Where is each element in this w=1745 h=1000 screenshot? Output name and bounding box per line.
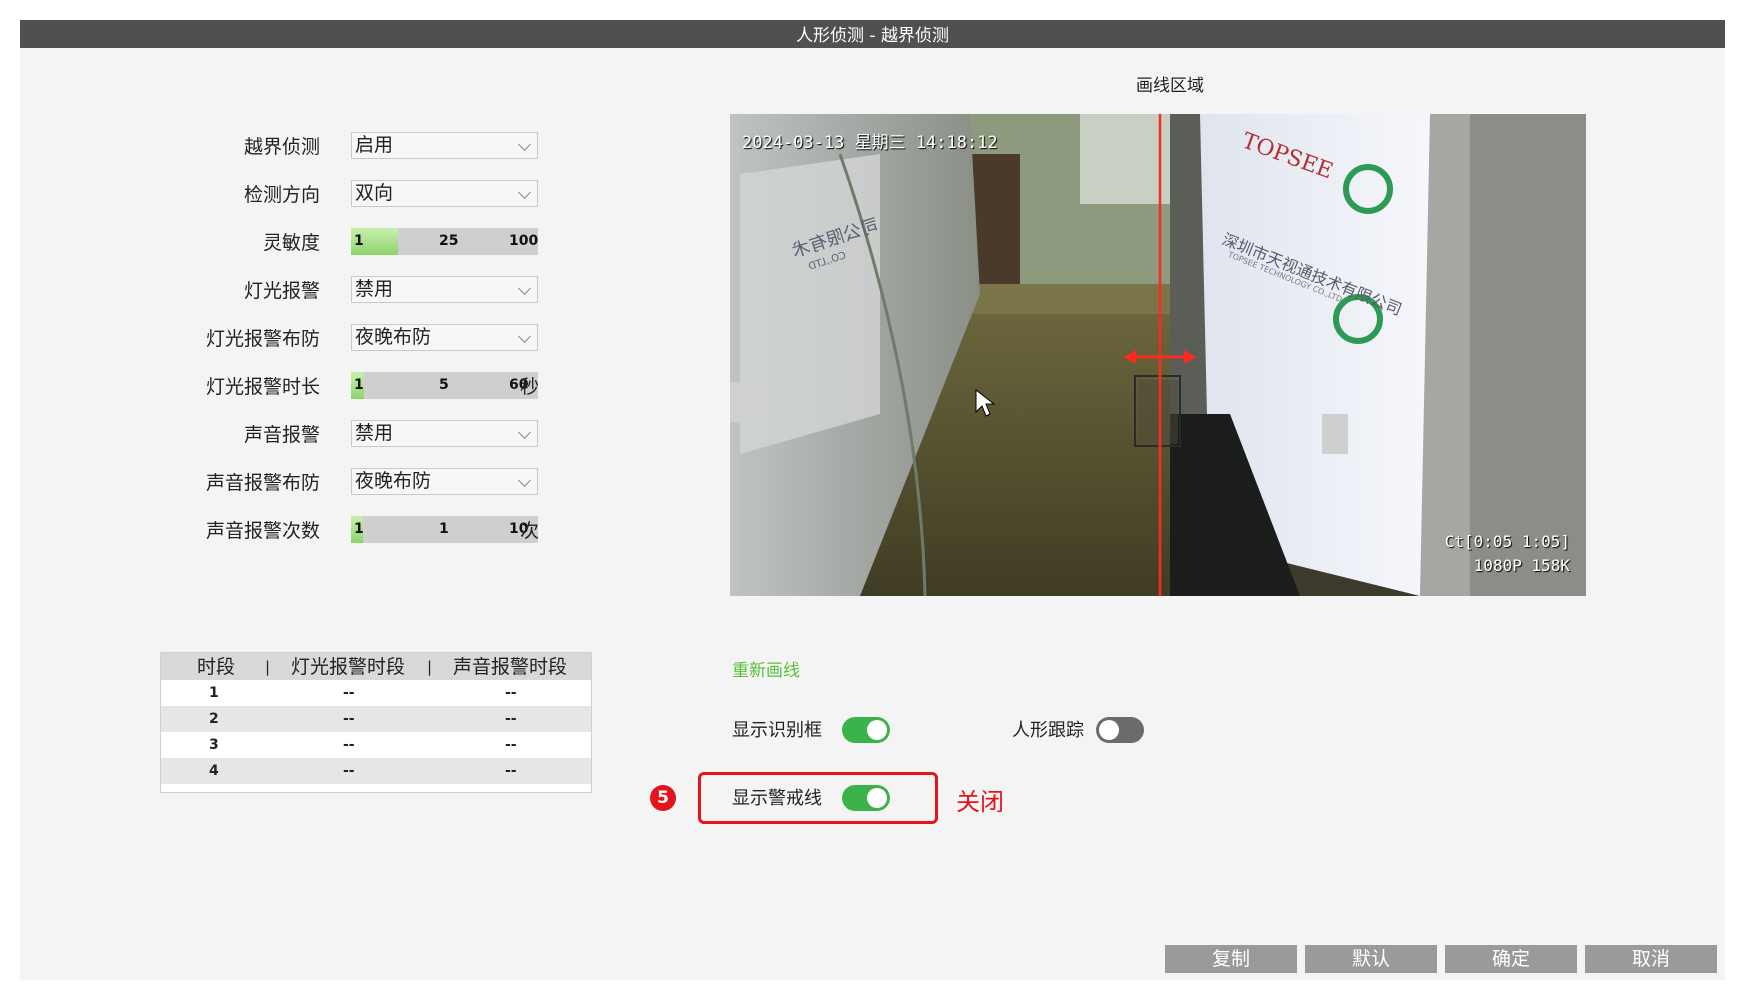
video-preview[interactable]: 2024-03-13 星期三 14:18:12 Ct[0:05 1:05] 10… (730, 114, 1586, 596)
slider-value: 5 (439, 377, 449, 393)
table-row[interactable]: 1 -- -- (161, 680, 591, 706)
redraw-line-link[interactable]: 重新画线 (732, 656, 800, 681)
setting-label: 灯光报警布防 (205, 328, 320, 350)
setting-label: 检测方向 (243, 184, 320, 206)
setting-select[interactable]: 启用 (351, 132, 538, 159)
chevron-down-icon (518, 282, 531, 295)
osd-datetime: 2024-03-13 星期三 14:18:12 (742, 133, 998, 153)
table-row[interactable]: 4 -- -- (161, 758, 591, 784)
select-value: 禁用 (355, 422, 394, 444)
slider-min: 1 (354, 521, 364, 537)
camera-scene (730, 114, 1586, 596)
draw-area-title: 画线区域 (1136, 76, 1204, 96)
cell-sound: -- (505, 737, 517, 753)
slider-unit: 次 (520, 520, 540, 542)
step-badge: 5 (650, 785, 676, 811)
setting-label: 声音报警次数 (205, 520, 320, 542)
chevron-down-icon (518, 330, 531, 343)
window-title: 人形侦测 - 越界侦测 (20, 20, 1725, 48)
header-sound-period: 声音报警时段 (453, 656, 568, 678)
cell-period: 3 (209, 737, 219, 753)
slider-value: 25 (439, 233, 459, 249)
schedule-table-header: 时段 | 灯光报警时段 | 声音报警时段 (161, 653, 591, 680)
setting-select[interactable]: 夜晚布防 (351, 324, 538, 351)
cell-light: -- (343, 737, 355, 753)
show-frame-label: 显示识别框 (732, 720, 822, 741)
header-separator: | (427, 658, 433, 676)
copy-button[interactable]: 复制 (1165, 945, 1297, 973)
cell-period: 4 (209, 763, 219, 779)
select-value: 启用 (355, 134, 394, 156)
header-light-period: 灯光报警时段 (291, 656, 406, 678)
cell-period: 2 (209, 711, 219, 727)
setting-slider[interactable]: 1 5 60 (351, 372, 538, 399)
annotation-note: 关闭 (956, 788, 1004, 816)
settings-window: 人形侦测 - 越界侦测 越界侦测 启用 检测方向 双向 灵敏度 1 25 100 灯光报警 禁用灯… (20, 20, 1725, 980)
show-line-toggle[interactable] (842, 785, 890, 811)
slider-min: 1 (354, 233, 364, 249)
cell-sound: -- (505, 711, 517, 727)
setting-select[interactable]: 夜晚布防 (351, 468, 538, 495)
chevron-down-icon (518, 186, 531, 199)
select-value: 夜晚布防 (355, 326, 432, 348)
cancel-button[interactable]: 取消 (1585, 945, 1717, 973)
cell-sound: -- (505, 685, 517, 701)
slider-value: 1 (439, 521, 449, 537)
show-line-label: 显示警戒线 (732, 788, 822, 809)
select-value: 双向 (355, 182, 394, 204)
setting-label: 灵敏度 (262, 232, 320, 254)
human-track-toggle[interactable] (1096, 717, 1144, 743)
setting-select[interactable]: 禁用 (351, 420, 538, 447)
table-row[interactable]: 2 -- -- (161, 706, 591, 732)
setting-label: 越界侦测 (243, 136, 320, 158)
osd-resolution: 1080P 158K (1473, 556, 1570, 575)
header-separator: | (265, 658, 271, 676)
chevron-down-icon (518, 426, 531, 439)
slider-max: 100 (509, 233, 539, 249)
chevron-down-icon (518, 138, 531, 151)
cell-light: -- (343, 711, 355, 727)
cell-light: -- (343, 685, 355, 701)
default-button[interactable]: 默认 (1305, 945, 1437, 973)
select-value: 禁用 (355, 278, 394, 300)
setting-label: 声音报警布防 (205, 472, 320, 494)
setting-select[interactable]: 禁用 (351, 276, 538, 303)
table-row[interactable]: 3 -- -- (161, 732, 591, 758)
cell-light: -- (343, 763, 355, 779)
osd-counter: Ct[0:05 1:05] (1444, 532, 1570, 551)
chevron-down-icon (518, 474, 531, 487)
header-period: 时段 (197, 656, 236, 678)
setting-label: 灯光报警 (243, 280, 320, 302)
cell-sound: -- (505, 763, 517, 779)
ok-button[interactable]: 确定 (1445, 945, 1577, 973)
setting-slider[interactable]: 1 25 100 (351, 228, 538, 255)
setting-label: 灯光报警时长 (205, 376, 320, 398)
setting-slider[interactable]: 1 1 10 (351, 516, 538, 543)
human-track-label: 人形跟踪 (1012, 720, 1084, 741)
select-value: 夜晚布防 (355, 470, 432, 492)
schedule-table: 时段 | 灯光报警时段 | 声音报警时段 1 -- -- 2 -- -- 3 -- -- 4 -- -… (160, 652, 592, 793)
setting-select[interactable]: 双向 (351, 180, 538, 207)
slider-unit: 秒 (520, 376, 540, 398)
show-frame-toggle[interactable] (842, 717, 890, 743)
setting-label: 声音报警 (243, 424, 320, 446)
cell-period: 1 (209, 685, 219, 701)
slider-min: 1 (354, 377, 364, 393)
